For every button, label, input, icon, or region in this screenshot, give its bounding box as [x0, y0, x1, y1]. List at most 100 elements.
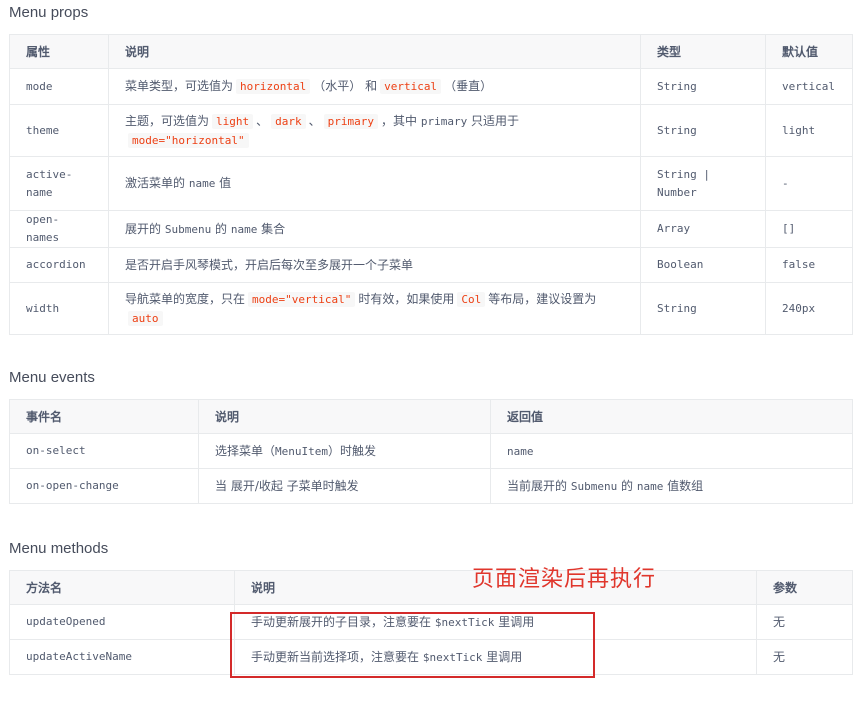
inline-identifier: Submenu — [570, 479, 618, 493]
prop-name: theme — [9, 104, 109, 157]
desc-text: 菜单类型，可选值为 — [125, 79, 234, 93]
methods-section-title: Menu methods — [9, 540, 109, 557]
inline-code: auto — [128, 310, 163, 326]
desc-text: ）时触发 — [328, 443, 377, 458]
inline-code: horizontal — [236, 79, 311, 94]
prop-default: - — [765, 156, 853, 211]
method-param: 无 — [756, 604, 853, 640]
events-table: 事件名 说明 返回值 on-select 选择菜单（MenuItem）时触发 n… — [9, 399, 853, 504]
table-row: width 导航菜单的宽度，只在 mode="vertical" 时有效，如果使用 C… — [9, 282, 853, 335]
desc-text: 的 — [211, 221, 231, 236]
prop-default: [] — [765, 210, 853, 248]
desc-text: 、 — [308, 113, 321, 128]
prop-type: String — [640, 68, 766, 105]
prop-name: mode — [9, 68, 109, 105]
inline-identifier: name — [636, 479, 664, 493]
desc-text: 当前展开的 — [507, 478, 571, 493]
inline-identifier: name — [230, 222, 258, 236]
desc-text: （垂直） — [444, 79, 493, 93]
inline-code: vertical — [380, 79, 442, 94]
prop-type: String | Number — [640, 156, 766, 211]
method-param: 无 — [756, 639, 853, 675]
desc-text: 只适用于 — [467, 113, 520, 128]
prop-desc: 主题，可选值为 light、 dark、 primary ，其中 primary 只适用… — [108, 104, 641, 157]
props-section-title: Menu props — [9, 4, 89, 21]
inline-code: primary — [323, 113, 379, 129]
desc-text: 是否开启手风琴模式，开启后每次至多展开一个子菜单 — [125, 258, 414, 272]
desc-text: 集合 — [257, 221, 286, 236]
prop-default: 240px — [765, 282, 853, 335]
inline-code: mode="horizontal" — [128, 132, 249, 148]
prop-desc: 是否开启手风琴模式，开启后每次至多展开一个子菜单 — [108, 247, 641, 283]
desc-text: （水平） 和 — [313, 79, 378, 93]
desc-text: 主题，可选值为 — [125, 113, 210, 128]
methods-header-row: 方法名 说明 参数 — [9, 570, 853, 605]
prop-name: width — [9, 282, 109, 335]
desc-text: 等布局，建议设置为 — [488, 291, 597, 306]
event-return: name — [490, 433, 853, 469]
props-header-row: 属性 说明 类型 默认值 — [9, 34, 853, 69]
inline-code: Col — [457, 291, 486, 307]
prop-default: false — [765, 247, 853, 283]
inline-code: dark — [271, 113, 306, 129]
prop-default: light — [765, 104, 853, 157]
inline-identifier: name — [188, 177, 216, 190]
methods-header-param: 参数 — [756, 570, 853, 605]
desc-text: 导航菜单的宽度，只在 — [125, 291, 246, 306]
events-header-desc: 说明 — [198, 399, 491, 434]
event-return: 当前展开的 Submenu 的 name 值数组 — [490, 468, 853, 504]
table-row: open-names 展开的 Submenu 的 name 集合 Array [… — [9, 210, 853, 248]
desc-text: 、 — [256, 113, 269, 128]
events-header-row: 事件名 说明 返回值 — [9, 399, 853, 434]
inline-code: mode="vertical" — [248, 291, 356, 307]
table-row: accordion 是否开启手风琴模式，开启后每次至多展开一个子菜单 Boole… — [9, 247, 853, 283]
prop-name: active-name — [9, 156, 109, 211]
desc-text: 值数组 — [663, 478, 704, 493]
events-header-return: 返回值 — [490, 399, 853, 434]
props-header-desc: 说明 — [108, 34, 641, 69]
handwritten-annotation: 页面渲染后再执行 — [472, 567, 657, 592]
annotation-highlight-box — [230, 612, 595, 678]
desc-text: 激活菜单的 — [125, 176, 189, 190]
prop-name: accordion — [9, 247, 109, 283]
table-row: theme 主题，可选值为 light、 dark、 primary ，其中 prima… — [9, 104, 853, 157]
props-header-type: 类型 — [640, 34, 766, 69]
inline-identifier: MenuItem — [275, 444, 328, 458]
methods-header-name: 方法名 — [9, 570, 235, 605]
prop-desc: 展开的 Submenu 的 name 集合 — [108, 210, 641, 248]
event-name: on-open-change — [9, 468, 199, 504]
method-name: updateOpened — [9, 604, 235, 640]
table-row: mode 菜单类型，可选值为 horizontal （水平） 和 vertical （垂… — [9, 68, 853, 105]
event-name: on-select — [9, 433, 199, 469]
desc-text: 当 展开/收起 子菜单时触发 — [215, 479, 359, 493]
desc-text: 的 — [617, 478, 637, 493]
desc-text: 值 — [215, 176, 232, 190]
inline-code: light — [212, 113, 254, 129]
table-row: on-select 选择菜单（MenuItem）时触发 name — [9, 433, 853, 469]
prop-desc: 导航菜单的宽度，只在 mode="vertical" 时有效，如果使用 Col 等布局，… — [108, 282, 641, 335]
prop-type: String — [640, 282, 766, 335]
inline-identifier: name — [507, 444, 534, 458]
desc-text: 选择菜单（ — [215, 443, 276, 458]
props-header-default: 默认值 — [765, 34, 853, 69]
event-desc: 选择菜单（MenuItem）时触发 — [198, 433, 491, 469]
inline-identifier: Submenu — [164, 222, 212, 236]
events-section-title: Menu events — [9, 369, 95, 386]
desc-text: ，其中 — [381, 113, 421, 128]
events-header-name: 事件名 — [9, 399, 199, 434]
prop-type: String — [640, 104, 766, 157]
method-name: updateActiveName — [9, 639, 235, 675]
prop-name: open-names — [9, 210, 109, 248]
prop-type: Array — [640, 210, 766, 248]
desc-text: 展开的 — [125, 221, 165, 236]
props-header-prop: 属性 — [9, 34, 109, 69]
prop-default: vertical — [765, 68, 853, 105]
table-row: active-name 激活菜单的 name 值 String | Number… — [9, 156, 853, 211]
event-desc: 当 展开/收起 子菜单时触发 — [198, 468, 491, 504]
inline-identifier: primary — [420, 114, 468, 128]
prop-type: Boolean — [640, 247, 766, 283]
desc-text: 时有效，如果使用 — [358, 291, 455, 306]
prop-desc: 激活菜单的 name 值 — [108, 156, 641, 211]
props-table: 属性 说明 类型 默认值 mode 菜单类型，可选值为 horizontal （水平… — [9, 34, 853, 335]
prop-desc: 菜单类型，可选值为 horizontal （水平） 和 vertical （垂直） — [108, 68, 641, 105]
